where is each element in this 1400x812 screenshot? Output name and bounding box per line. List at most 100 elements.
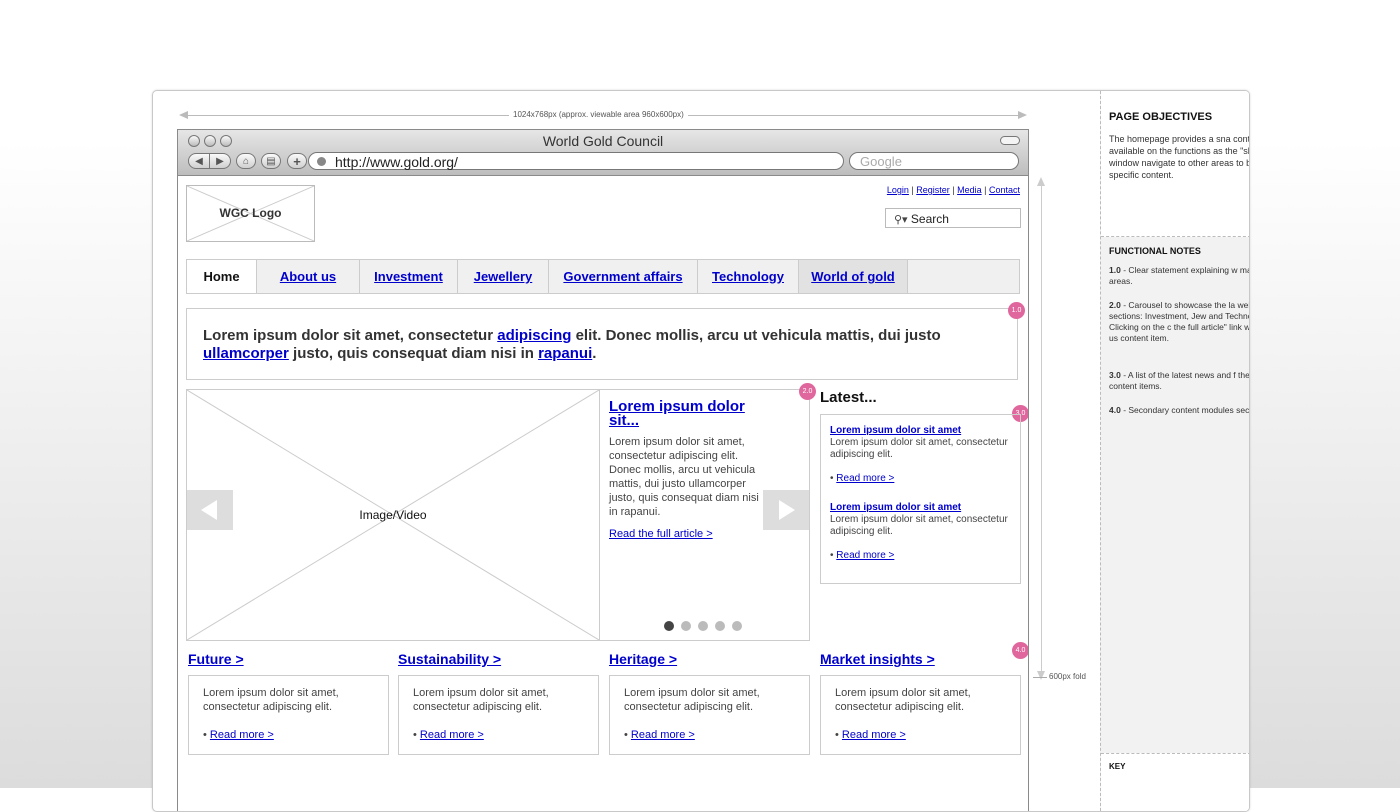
nav-technology-link[interactable]: Technology bbox=[712, 269, 784, 284]
nav-government-affairs-link[interactable]: Government affairs bbox=[563, 269, 682, 284]
latest-item-readmore: • Read more > bbox=[830, 550, 895, 561]
latest-item-readmore: • Read more > bbox=[830, 473, 895, 484]
module-readmore: • Read more > bbox=[835, 729, 906, 741]
key-heading: KEY bbox=[1109, 762, 1126, 771]
module-body: Lorem ipsum dolor sit amet, consectetur … bbox=[203, 687, 339, 713]
browser-window: World Gold Council ◀ ▶ ⌂ ▤ + http://www.… bbox=[177, 129, 1029, 811]
toolbar-toggle-button[interactable] bbox=[1000, 136, 1020, 145]
latest-item-body: Lorem ipsum dolor sit amet, consectetur … bbox=[830, 437, 1008, 460]
note-number: 3.0 bbox=[1109, 370, 1121, 380]
carousel-media-placeholder[interactable]: Image/Video bbox=[187, 390, 600, 640]
latest-item-title[interactable]: Lorem ipsum dolor sit amet bbox=[830, 425, 961, 436]
fold-tick bbox=[1033, 677, 1047, 678]
intro-link-adipiscing[interactable]: adipiscing bbox=[497, 327, 571, 344]
module-title-sustainability[interactable]: Sustainability > bbox=[398, 651, 501, 667]
login-link[interactable]: Login bbox=[887, 185, 909, 195]
note-text: - Carousel to showcase the la website se… bbox=[1109, 300, 1250, 343]
carousel-dot[interactable] bbox=[698, 621, 708, 631]
home-icon[interactable]: ⌂ bbox=[236, 153, 256, 169]
read-more-link[interactable]: Read more > bbox=[210, 729, 274, 741]
module-readmore: • Read more > bbox=[413, 729, 484, 741]
logo-label: WGC Logo bbox=[219, 206, 282, 220]
carousel-title-link[interactable]: Lorem ipsum dolor sit... bbox=[609, 399, 769, 428]
latest-item-title[interactable]: Lorem ipsum dolor sit amet bbox=[830, 502, 961, 513]
register-link[interactable]: Register bbox=[916, 185, 950, 195]
carousel-dot[interactable] bbox=[732, 621, 742, 631]
print-icon[interactable]: ▤ bbox=[261, 153, 281, 169]
url-field[interactable]: http://www.gold.org/ bbox=[308, 152, 844, 170]
note-number: 1.0 bbox=[1109, 265, 1121, 275]
nav-investment[interactable]: Investment bbox=[360, 260, 458, 293]
contact-link[interactable]: Contact bbox=[989, 185, 1020, 195]
latest-item-body: Lorem ipsum dolor sit amet, consectetur … bbox=[830, 514, 1008, 537]
read-more-link[interactable]: Read more > bbox=[842, 729, 906, 741]
intro-text-2: elit. Donec mollis, arcu ut vehicula mat… bbox=[571, 327, 941, 344]
nav-home[interactable]: Home bbox=[187, 260, 257, 293]
carousel-text: Lorem ipsum dolor sit... Lorem ipsum dol… bbox=[609, 399, 769, 541]
logo-placeholder[interactable]: WGC Logo bbox=[186, 185, 315, 242]
window-title: World Gold Council bbox=[542, 133, 664, 149]
read-more-link[interactable]: Read more > bbox=[836, 473, 894, 484]
list-item: Lorem ipsum dolor sit amet Lorem ipsum d… bbox=[830, 425, 1011, 485]
carousel-next-button[interactable] bbox=[763, 490, 809, 530]
media-label: Image/Video bbox=[359, 508, 427, 522]
nav-about-us[interactable]: About us bbox=[257, 260, 360, 293]
badge-2: 2.0 bbox=[799, 383, 816, 400]
nav-jewellery-link[interactable]: Jewellery bbox=[474, 269, 533, 284]
forward-icon[interactable]: ▶ bbox=[209, 153, 231, 169]
intro-link-ullamcorper[interactable]: ullamcorper bbox=[203, 345, 289, 362]
note-3: 3.0 - A list of the latest news and f th… bbox=[1109, 370, 1250, 392]
nav-world-of-gold[interactable]: World of gold bbox=[799, 260, 908, 293]
fold-arrow-down bbox=[1037, 671, 1045, 680]
nav-about-us-link[interactable]: About us bbox=[280, 269, 336, 284]
note-text: - Secondary content modules sections. bbox=[1123, 405, 1250, 415]
module-title-market-insights[interactable]: Market insights > bbox=[820, 651, 935, 667]
carousel-dot[interactable] bbox=[715, 621, 725, 631]
arrow-right-icon bbox=[779, 500, 795, 520]
objectives-text: The homepage provides a sna content area… bbox=[1109, 134, 1250, 180]
intro-link-rapanui[interactable]: rapanui bbox=[538, 345, 592, 362]
intro-text-4: . bbox=[592, 345, 597, 362]
carousel: Image/Video Lorem ipsum dolor sit... Lor… bbox=[186, 389, 810, 641]
browser-search-field[interactable]: Google bbox=[849, 152, 1019, 170]
module-card: Lorem ipsum dolor sit amet, consectetur … bbox=[609, 675, 810, 755]
module-title-future[interactable]: Future > bbox=[188, 651, 244, 667]
globe-icon bbox=[317, 157, 326, 166]
viewport-label: 1024x768px (approx. viewable area 960x60… bbox=[509, 110, 688, 119]
carousel-dot[interactable] bbox=[681, 621, 691, 631]
note-text: - A list of the latest news and f the fu… bbox=[1109, 370, 1250, 391]
list-item: Lorem ipsum dolor sit amet Lorem ipsum d… bbox=[830, 502, 1011, 562]
module-readmore: • Read more > bbox=[203, 729, 274, 741]
read-more-link[interactable]: Read more > bbox=[836, 550, 894, 561]
nav-jewellery[interactable]: Jewellery bbox=[458, 260, 549, 293]
nav-technology[interactable]: Technology bbox=[698, 260, 799, 293]
site-search-input[interactable]: ⚲▾ Search bbox=[885, 208, 1021, 228]
add-bookmark-icon[interactable]: + bbox=[287, 153, 307, 169]
note-1: 1.0 - Clear statement explaining w main … bbox=[1109, 265, 1249, 287]
module-title-heritage[interactable]: Heritage > bbox=[609, 651, 677, 667]
read-more-link[interactable]: Read more > bbox=[420, 729, 484, 741]
note-text: - Clear statement explaining w main cont… bbox=[1109, 265, 1249, 286]
nav-investment-link[interactable]: Investment bbox=[374, 269, 443, 284]
latest-heading: Latest... bbox=[820, 389, 877, 406]
nav-world-of-gold-link[interactable]: World of gold bbox=[811, 269, 895, 284]
nav-government-affairs[interactable]: Government affairs bbox=[549, 260, 698, 293]
read-full-article-link[interactable]: Read the full article > bbox=[609, 527, 769, 541]
browser-chrome: World Gold Council ◀ ▶ ⌂ ▤ + http://www.… bbox=[178, 130, 1028, 176]
search-label: Search bbox=[910, 212, 949, 226]
back-icon[interactable]: ◀ bbox=[188, 153, 210, 169]
page-objectives: PAGE OBJECTIVES The homepage provides a … bbox=[1101, 91, 1250, 237]
read-more-link[interactable]: Read more > bbox=[631, 729, 695, 741]
fold-label: 600px fold bbox=[1049, 672, 1086, 681]
utility-links: Login | Register | Media | Contact bbox=[886, 185, 1020, 195]
carousel-dot[interactable] bbox=[664, 621, 674, 631]
main-navigation: Home About us Investment Jewellery Gover… bbox=[186, 259, 1020, 294]
media-link[interactable]: Media bbox=[957, 185, 982, 195]
dimension-arrow-right bbox=[1018, 111, 1027, 119]
arrow-left-icon bbox=[201, 500, 217, 520]
carousel-prev-button[interactable] bbox=[187, 490, 233, 530]
annotation-panel: PAGE OBJECTIVES The homepage provides a … bbox=[1100, 91, 1250, 811]
search-icon: ⚲▾ bbox=[894, 214, 908, 226]
wireframe-sheet: 1024x768px (approx. viewable area 960x60… bbox=[152, 90, 1250, 812]
module-body: Lorem ipsum dolor sit amet, consectetur … bbox=[413, 687, 549, 713]
